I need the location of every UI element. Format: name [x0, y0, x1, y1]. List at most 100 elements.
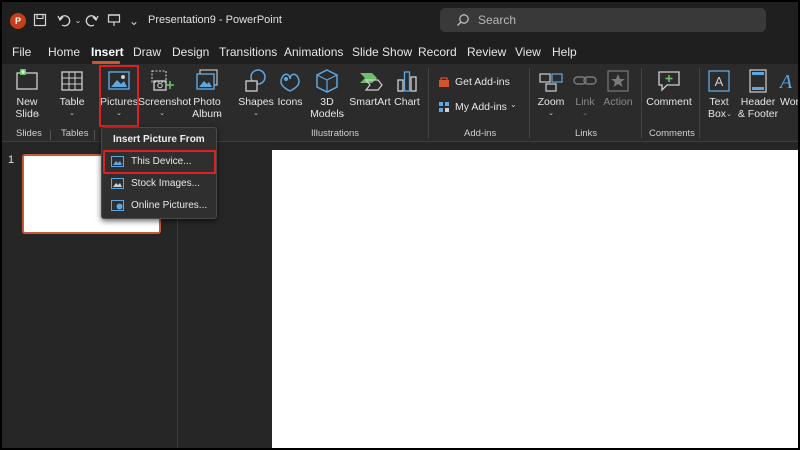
screenshot-chevron-icon: ⌄ — [159, 110, 165, 117]
table-label: Table — [59, 96, 85, 108]
group-label-illustrations: Illustrations — [311, 128, 360, 139]
menu-item-stock-images[interactable]: Stock Images... — [105, 174, 215, 194]
chart-label: Chart — [394, 96, 420, 108]
link-button[interactable]: Link ⌄ — [570, 64, 600, 126]
zoom-button[interactable]: Zoom ⌄ — [534, 64, 568, 126]
header-footer-icon — [745, 68, 771, 94]
smartart-icon — [357, 68, 383, 94]
get-addins-button[interactable]: Get Add-ins — [438, 74, 528, 92]
group-label-slides: Slides — [16, 128, 42, 139]
shapes-button[interactable]: Shapes ⌄ — [236, 64, 276, 126]
shapes-label: Shapes — [238, 96, 274, 108]
tab-transitions[interactable]: Transitions — [219, 45, 277, 59]
group-separator — [94, 130, 95, 140]
tab-review[interactable]: Review — [467, 45, 506, 59]
header-footer-label-line2: & Footer — [737, 108, 779, 120]
screenshot-button[interactable]: Screenshot ⌄ — [138, 64, 192, 126]
search-icon — [456, 13, 470, 27]
group-label-tables: Tables — [61, 128, 89, 139]
comment-icon — [656, 68, 682, 94]
icons-icon — [277, 68, 303, 94]
new-slide-chevron-icon[interactable]: ⌄ — [35, 110, 43, 118]
tab-design[interactable]: Design — [172, 45, 209, 59]
text-box-label-line1: Text — [709, 96, 729, 108]
menu-item-stock-images-label: Stock Images... — [131, 178, 200, 189]
group-label-addins: Add-ins — [464, 128, 497, 139]
wordart-icon: A — [777, 68, 798, 94]
table-chevron-icon: ⌄ — [69, 110, 75, 117]
zoom-label: Zoom — [537, 96, 565, 108]
stock-images-icon — [111, 178, 124, 189]
text-box-icon: A — [706, 68, 732, 94]
screenshot-icon — [149, 68, 175, 94]
new-slide-label-line1: New — [16, 96, 38, 108]
tab-animations[interactable]: Animations — [284, 45, 343, 59]
customize-toolbar-icon[interactable]: ⌄ — [126, 13, 142, 29]
tab-slide-show[interactable]: Slide Show — [352, 45, 412, 59]
search-placeholder: Search — [478, 13, 517, 27]
table-button[interactable]: Table ⌄ — [54, 64, 90, 126]
header-footer-label-line1: Header — [740, 96, 776, 108]
my-addins-chevron-icon[interactable]: ⌄ — [510, 100, 517, 109]
ribbon-separator — [529, 68, 530, 138]
link-label: Link — [575, 96, 595, 108]
tab-help[interactable]: Help — [552, 45, 577, 59]
slide-number: 1 — [8, 154, 15, 166]
zoom-icon — [538, 68, 564, 94]
smartart-button[interactable]: SmartArt — [349, 64, 391, 126]
pictures-button-highlight — [99, 65, 139, 127]
ribbon-tabs: File Home Insert Draw Design Transitions… — [2, 40, 798, 64]
comment-label: Comment — [646, 96, 692, 108]
group-separator — [50, 130, 51, 140]
window-title: Presentation9 - PowerPoint — [148, 14, 282, 26]
wordart-button[interactable]: A Word — [777, 64, 800, 126]
table-icon — [59, 68, 85, 94]
slide-canvas[interactable] — [272, 150, 798, 448]
ribbon-separator — [641, 68, 642, 138]
tab-view[interactable]: View — [515, 45, 541, 59]
menu-item-online-pictures[interactable]: Online Pictures... — [105, 196, 215, 216]
tab-home[interactable]: Home — [48, 45, 80, 59]
svg-text:A: A — [715, 74, 724, 89]
tab-draw[interactable]: Draw — [133, 45, 161, 59]
link-chevron-icon: ⌄ — [582, 110, 588, 117]
wordart-label: Word — [780, 96, 800, 108]
save-icon[interactable] — [32, 13, 48, 29]
text-box-chevron-icon[interactable]: ⌄ — [726, 110, 734, 118]
screenshot-label: Screenshot — [138, 96, 192, 108]
title-bar: P ⌄ ⌄ Presentation9 - PowerPoint Search — [2, 2, 798, 40]
zoom-chevron-icon: ⌄ — [548, 110, 554, 117]
insert-picture-menu-heading: Insert Picture From — [113, 134, 205, 145]
my-addins-label: My Add-ins — [455, 101, 507, 113]
icons-button[interactable]: Icons — [274, 64, 306, 126]
powerpoint-logo-icon: P — [10, 13, 26, 29]
group-label-links: Links — [575, 128, 598, 139]
tab-file[interactable]: File — [12, 45, 31, 59]
chart-icon — [394, 68, 420, 94]
tab-insert[interactable]: Insert — [91, 45, 124, 59]
3d-models-chevron-icon[interactable]: ⌄ — [340, 110, 348, 118]
group-label-comments: Comments — [649, 128, 695, 139]
photo-album-chevron-icon[interactable]: ⌄ — [216, 110, 224, 118]
comment-button[interactable]: Comment — [645, 64, 693, 126]
new-slide-icon — [14, 68, 40, 94]
redo-icon[interactable] — [84, 13, 100, 29]
header-footer-button[interactable]: Header & Footer — [736, 64, 780, 126]
smartart-label: SmartArt — [349, 96, 391, 108]
menu-item-online-pictures-label: Online Pictures... — [131, 200, 208, 211]
link-icon — [572, 68, 598, 94]
action-star-icon — [605, 68, 631, 94]
chart-button[interactable]: Chart — [392, 64, 422, 126]
icons-label: Icons — [277, 96, 303, 108]
action-button[interactable]: Action — [601, 64, 635, 126]
present-icon[interactable] — [106, 13, 122, 29]
search-box[interactable]: Search — [440, 8, 766, 32]
svg-text:A: A — [778, 71, 793, 93]
store-icon — [438, 76, 450, 88]
tab-record[interactable]: Record — [418, 45, 457, 59]
ribbon-separator — [699, 68, 700, 138]
get-addins-label: Get Add-ins — [455, 76, 510, 88]
powerpoint-window: P ⌄ ⌄ Presentation9 - PowerPoint Search … — [0, 0, 800, 450]
this-device-highlight — [103, 150, 216, 174]
3d-models-label-line1: 3D — [320, 96, 334, 108]
